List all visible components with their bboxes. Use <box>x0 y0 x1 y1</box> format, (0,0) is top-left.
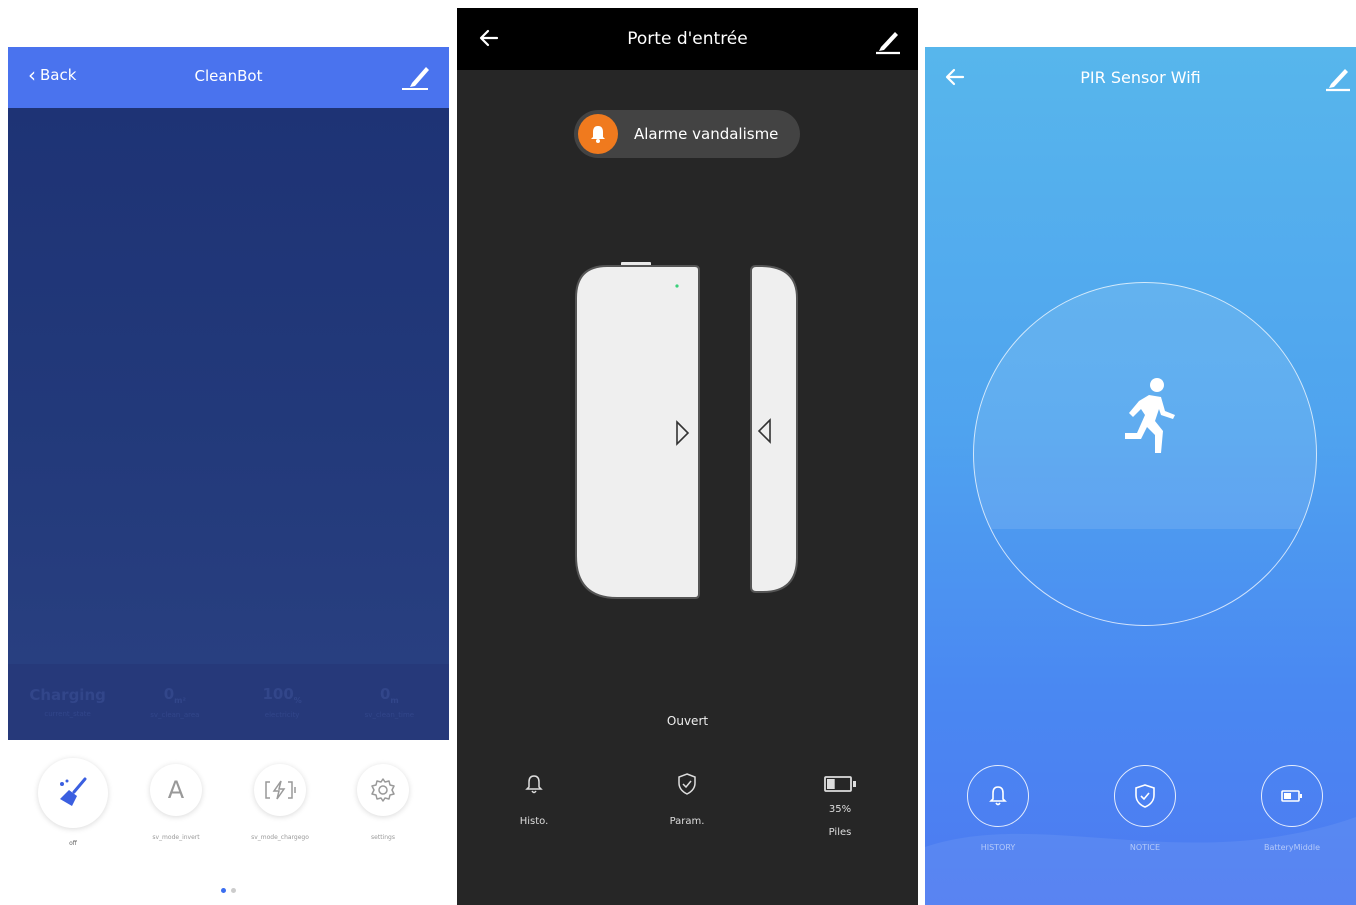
history-button[interactable]: Histo. <box>479 768 589 827</box>
cleanbot-screen: ‹ Back CleanBot Charging current_state 0… <box>8 47 449 905</box>
battery-percent: 35% <box>828 804 852 815</box>
battery-icon <box>1281 790 1302 802</box>
edit-icon[interactable] <box>1323 63 1353 93</box>
stat-value: 100% <box>262 685 302 705</box>
stat-label: current_state <box>44 710 91 718</box>
action-settings: settings <box>338 764 428 841</box>
clean-button[interactable] <box>38 758 108 828</box>
page-title: CleanBot <box>194 67 263 85</box>
gear-icon <box>371 778 395 802</box>
page-indicator <box>8 888 449 893</box>
map-canvas[interactable] <box>8 108 449 664</box>
action-label: settings <box>371 834 395 841</box>
stat-label: sv_clean_area <box>150 711 200 719</box>
action-chargego: sv_mode_chargego <box>235 764 325 841</box>
tamper-alarm-badge[interactable]: Alarme vandalisme <box>574 110 800 158</box>
stat-clean-area: 0m² sv_clean_area <box>125 685 225 719</box>
status-bar: Charging current_state 0m² sv_clean_area… <box>8 664 449 740</box>
shield-icon <box>678 773 696 795</box>
charge-icon <box>265 780 296 800</box>
page-title: PIR Sensor Wifi <box>1080 68 1201 87</box>
edit-icon[interactable] <box>398 61 432 93</box>
bell-icon <box>525 775 543 794</box>
door-state: Ouvert <box>666 714 709 728</box>
settings-button[interactable] <box>357 764 409 816</box>
letter-a-icon: A <box>167 776 185 804</box>
settings-label: Param. <box>669 816 705 827</box>
door-sensor-screen: Porte d'entrée Alarme vandalisme Ouvert <box>457 8 918 905</box>
notice-label: NOTICE <box>1129 843 1161 852</box>
bell-icon <box>591 126 605 143</box>
cleanbot-header: ‹ Back CleanBot <box>8 47 449 108</box>
mode-chargego-button[interactable] <box>254 764 306 816</box>
alarm-label: Alarme vandalisme <box>634 125 779 143</box>
battery-icon <box>824 776 856 792</box>
shield-icon <box>1135 784 1155 808</box>
running-person-icon <box>1125 378 1175 453</box>
alarm-bell-badge <box>578 114 618 154</box>
action-bar: off A sv_mode_invert sv_mode_chargego se… <box>8 758 449 847</box>
broom-icon <box>60 777 87 806</box>
battery-button: BatteryMiddle <box>1242 765 1342 852</box>
page-dot-active[interactable] <box>221 888 226 893</box>
notice-circle[interactable] <box>1114 765 1176 827</box>
stat-value: 0m² <box>163 685 187 705</box>
action-invert: A sv_mode_invert <box>131 764 221 841</box>
settings-button[interactable]: Param. <box>632 768 742 827</box>
history-button: HISTORY <box>948 765 1048 852</box>
history-circle[interactable] <box>967 765 1029 827</box>
history-label: HISTORY <box>980 843 1016 852</box>
edit-icon[interactable] <box>873 26 903 56</box>
stat-label: sv_clean_time <box>364 711 415 719</box>
battery-circle[interactable] <box>1261 765 1323 827</box>
notice-button: NOTICE <box>1095 765 1195 852</box>
battery-button[interactable]: 35% Piles <box>785 768 895 838</box>
battery-label: BatteryMiddle <box>1263 843 1321 852</box>
pir-sensor-screen: PIR Sensor Wifi HISTORY NOTICE BatteryMi… <box>925 47 1356 905</box>
page-title: Porte d'entrée <box>627 29 748 49</box>
action-label: sv_mode_chargego <box>251 834 309 841</box>
stat-clean-time: 0m sv_clean_time <box>339 685 439 719</box>
action-off: off <box>28 758 118 847</box>
history-label: Histo. <box>519 816 549 827</box>
stat-value: Charging <box>29 686 106 704</box>
page-dot[interactable] <box>231 888 236 893</box>
bell-icon <box>989 786 1007 806</box>
action-label: sv_mode_invert <box>152 834 200 841</box>
door-sensor-illustration <box>575 262 798 599</box>
mode-invert-button[interactable]: A <box>150 764 202 816</box>
door-header: Porte d'entrée <box>457 8 918 70</box>
stat-label: electricity <box>264 711 300 719</box>
action-label: off <box>69 840 77 847</box>
stat-current-state: Charging current_state <box>18 686 118 718</box>
stat-value: 0m <box>379 685 399 705</box>
stat-electricity: 100% electricity <box>232 685 332 719</box>
battery-label: Piles <box>828 827 852 838</box>
